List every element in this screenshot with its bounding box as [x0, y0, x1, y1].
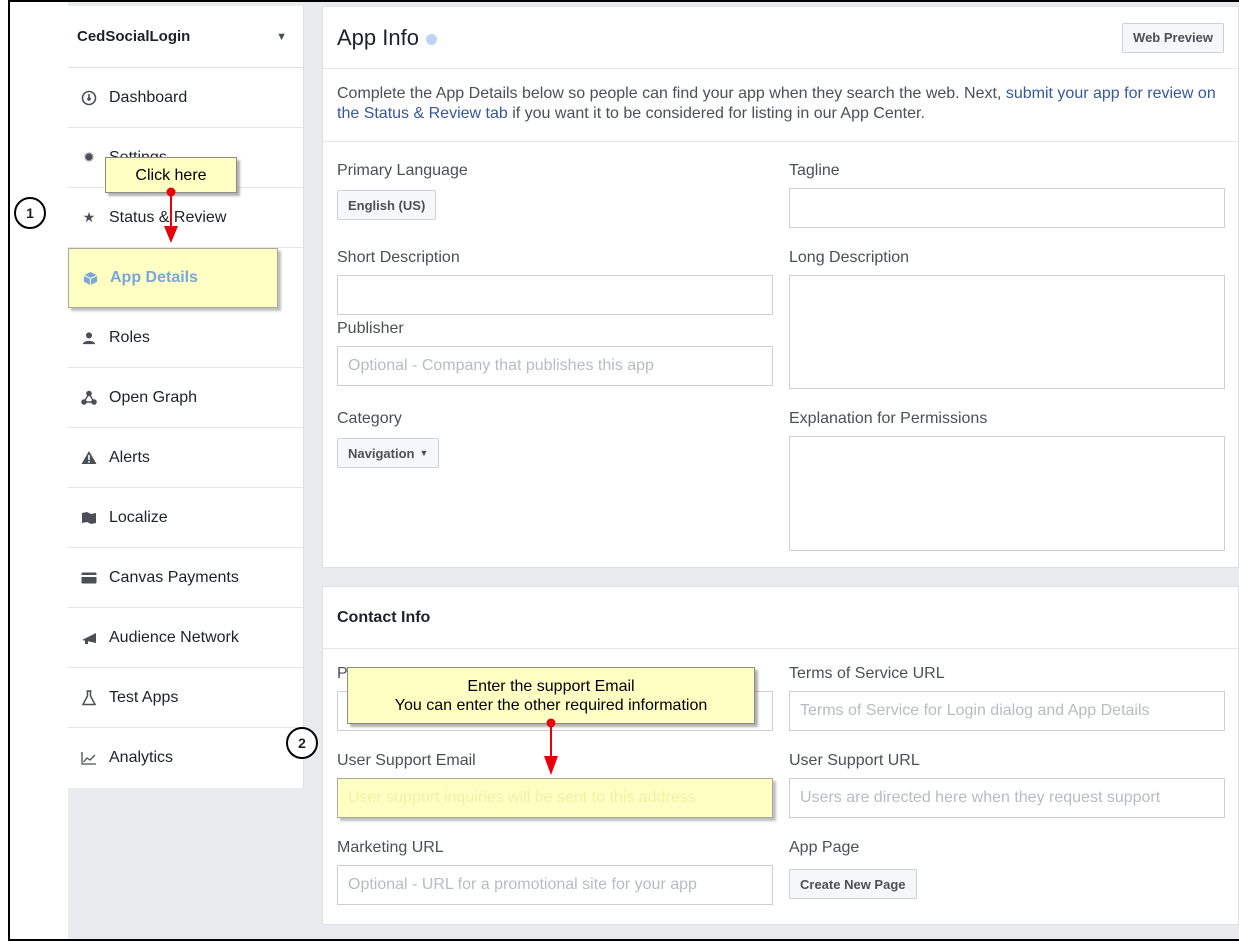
tagline-input[interactable]: [789, 188, 1225, 228]
card-icon: [78, 572, 100, 584]
explanation-textarea[interactable]: [789, 436, 1225, 551]
sidebar-item-localize[interactable]: Localize: [68, 488, 303, 548]
sidebar-item-label: Canvas Payments: [109, 568, 239, 586]
sidebar-item-label: Analytics: [109, 749, 174, 766]
step-2-badge: 2: [286, 727, 318, 759]
main-panel: App Info Web Preview Complete the App De…: [322, 6, 1239, 925]
sidebar-item-label: Audience Network: [109, 628, 239, 646]
megaphone-icon: [78, 631, 100, 645]
person-icon: [78, 331, 100, 345]
cube-icon: [79, 271, 101, 286]
dashboard-icon: [78, 90, 100, 106]
caret-down-icon: ▼: [276, 30, 287, 43]
chart-icon: [78, 751, 100, 765]
long-description-label: Long Description: [789, 249, 910, 266]
sidebar-item-label: Localize: [109, 508, 168, 526]
arrow-1-icon: [164, 187, 178, 243]
marketing-url-input[interactable]: [337, 865, 773, 905]
sidebar-item-label: Alerts: [109, 448, 150, 466]
create-new-page-button[interactable]: Create New Page: [789, 869, 917, 899]
explanation-label: Explanation for Permissions: [789, 410, 988, 427]
sidebar: CedSocialLogin ▼ Dashboard ✹ Settings ★ …: [68, 6, 304, 788]
page-title: App Info: [337, 25, 437, 51]
sidebar-item-test-apps[interactable]: Test Apps: [68, 668, 303, 728]
web-preview-button[interactable]: Web Preview: [1122, 22, 1224, 53]
support-email-label: User Support Email: [337, 752, 476, 769]
graph-nodes-icon: [78, 390, 100, 406]
gear-icon: ✹: [83, 149, 95, 165]
tos-label: Terms of Service URL: [789, 665, 945, 682]
app-name: CedSocialLogin: [77, 28, 191, 45]
annotation-gutter: [10, 2, 68, 939]
long-description-textarea[interactable]: [789, 275, 1225, 389]
app-page-label: App Page: [789, 839, 860, 856]
sidebar-item-label: Dashboard: [109, 88, 188, 106]
caret-down-icon: ▼: [419, 448, 429, 458]
support-url-input[interactable]: [789, 778, 1225, 818]
category-select[interactable]: Navigation ▼: [337, 438, 440, 468]
sidebar-item-status-review[interactable]: ★ Status & Review: [68, 188, 303, 248]
marketing-url-label: Marketing URL: [337, 839, 444, 856]
contact-info-card: Contact Info P Terms of Service URL User…: [322, 586, 1239, 925]
publisher-input[interactable]: [337, 346, 773, 386]
sidebar-item-label: Test Apps: [109, 688, 179, 706]
sidebar-item-label: App Details: [110, 269, 199, 286]
sidebar-item-analytics[interactable]: Analytics: [68, 728, 303, 788]
status-dot-icon: [425, 33, 437, 45]
section-divider: [322, 568, 1239, 586]
sidebar-item-open-graph[interactable]: Open Graph: [68, 368, 303, 428]
sidebar-item-label: Roles: [109, 328, 150, 346]
step-1-badge: 1: [14, 197, 46, 229]
tos-input[interactable]: [789, 691, 1225, 731]
publisher-label: Publisher: [337, 320, 404, 337]
sidebar-item-alerts[interactable]: Alerts: [68, 428, 303, 488]
sidebar-item-label: Open Graph: [109, 388, 198, 406]
arrow-2-icon: [544, 718, 558, 775]
sidebar-item-canvas-payments[interactable]: Canvas Payments: [68, 548, 303, 608]
sidebar-item-audience-network[interactable]: Audience Network: [68, 608, 303, 668]
tagline-label: Tagline: [789, 162, 840, 179]
primary-language-select[interactable]: English (US): [337, 190, 437, 220]
app-switcher[interactable]: CedSocialLogin ▼: [68, 6, 303, 68]
category-label: Category: [337, 410, 402, 427]
warning-icon: [78, 450, 100, 465]
flask-icon: [78, 689, 100, 706]
app-details-form: Primary Language English (US) Tagline Sh…: [323, 142, 1238, 567]
intro-text: Complete the App Details below so people…: [323, 69, 1238, 142]
support-email-input[interactable]: [337, 778, 773, 818]
app-info-header: App Info Web Preview: [323, 7, 1238, 69]
support-url-label: User Support URL: [789, 752, 920, 769]
contact-info-title: Contact Info: [323, 587, 1238, 649]
primary-language-label: Primary Language: [337, 162, 468, 179]
sidebar-item-dashboard[interactable]: Dashboard: [68, 68, 303, 128]
short-description-input[interactable]: [337, 275, 773, 315]
short-description-label: Short Description: [337, 249, 460, 266]
sidebar-item-roles[interactable]: Roles: [68, 308, 303, 368]
sidebar-item-app-details[interactable]: App Details: [68, 248, 278, 308]
star-icon: ★: [82, 209, 96, 225]
app-info-card: App Info Web Preview Complete the App De…: [322, 6, 1239, 568]
flag-icon: [78, 511, 100, 525]
